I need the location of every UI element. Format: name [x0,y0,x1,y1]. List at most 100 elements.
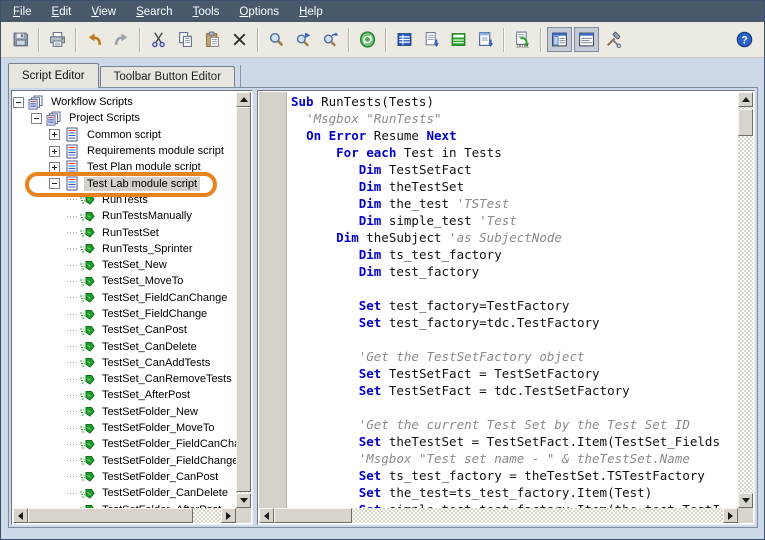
window-down-button[interactable] [473,27,498,52]
menu-options[interactable]: Options [229,3,289,21]
tree-item-label: RunTestSet [99,226,162,240]
tree-indent [49,241,67,257]
tree-horizontal-scrollbar[interactable] [13,508,236,523]
editor-horizontal-scrollbar[interactable] [259,508,738,523]
tree-item-testset-candelete[interactable]: TestSet_CanDelete [13,338,236,354]
find-next-button[interactable] [291,27,316,52]
document-down-button[interactable] [419,27,444,52]
script-tree: Workflow ScriptsProject Scripts Common sc… [13,92,236,508]
tree-item-testset-moveto[interactable]: TestSet_MoveTo [13,273,236,289]
tree-connector [67,346,79,347]
syntax-check-button[interactable]: 10101 [510,27,535,52]
tree-item-testsetfolder-candelete[interactable]: TestSetFolder_CanDelete [13,485,236,501]
tree-item-label: TestSetFolder_CanPost [99,470,221,484]
tree-item-common-script[interactable]: Common script [13,127,236,143]
tree-item-label: Test Plan module script [84,160,204,174]
editor-vertical-scroll-thumb[interactable] [738,109,753,136]
tree-indent [31,469,49,485]
menu-help[interactable]: Help [289,3,333,21]
redo-button[interactable] [109,27,134,52]
tree-expand-box[interactable] [49,162,60,173]
paste-button[interactable] [200,27,225,52]
code-line: Dim ts_test_factory [291,247,738,264]
editor-scroll-right-button[interactable] [723,508,738,523]
editor-scroll-down-button[interactable] [738,493,753,508]
tree-item-runtestset[interactable]: RunTestSet [13,224,236,240]
tree-item-testset-canpost[interactable]: TestSet_CanPost [13,322,236,338]
cut-button[interactable] [146,27,171,52]
tree-item-testset-afterpost[interactable]: TestSet_AfterPost [13,387,236,403]
tree-horizontal-scroll-thumb[interactable] [28,508,193,523]
grid-green-button[interactable] [446,27,471,52]
tree-item-testset-fieldcanchange[interactable]: TestSet_FieldCanChange [13,290,236,306]
tree-item-runtestsmanually[interactable]: RunTestsManually [13,208,236,224]
tree-collapse-box[interactable] [13,97,24,108]
tree-scroll-down-button[interactable] [236,493,251,508]
tree-item-test-lab-module-script[interactable]: Test Lab module script [13,175,236,191]
undo-button[interactable] [82,27,107,52]
field-list-button[interactable] [392,27,417,52]
tree-scroll-right-button[interactable] [221,508,236,523]
help-button[interactable]: ? [732,27,757,52]
save-button[interactable] [8,27,33,52]
find-button[interactable] [264,27,289,52]
menu-tools[interactable]: Tools [183,3,230,21]
tab-script-editor[interactable]: Script Editor [8,63,99,88]
tree-expand-box[interactable] [49,129,60,140]
tree-scroll-left-button[interactable] [13,508,28,523]
tree-item-requirements-module-script[interactable]: Requirements module script [13,143,236,159]
function-icon [79,209,95,224]
tree-item-runtests[interactable]: RunTests [13,192,236,208]
editor-vertical-scrollbar[interactable] [738,92,753,508]
tree-item-testsetfolder-moveto[interactable]: TestSetFolder_MoveTo [13,420,236,436]
tree-item-testsetfolder-fieldchange[interactable]: TestSetFolder_FieldChange [13,453,236,469]
tree-item-test-plan-module-script[interactable]: Test Plan module script [13,159,236,175]
editor-horizontal-scroll-thumb[interactable] [274,508,352,523]
tree-indent [13,469,31,485]
tree-connector [67,265,79,266]
function-icon [79,307,95,322]
tree-item-testset-new[interactable]: TestSet_New [13,257,236,273]
tree-item-testset-fieldchange[interactable]: TestSet_FieldChange [13,306,236,322]
delete-button[interactable] [227,27,252,52]
menu-view[interactable]: View [81,3,126,21]
window-down-icon [477,31,494,48]
tree-collapse-box[interactable] [49,178,60,189]
copy-button[interactable] [173,27,198,52]
tree-item-runtests-sprinter[interactable]: RunTests_Sprinter [13,241,236,257]
tree-item-testset-canaddtests[interactable]: TestSet_CanAddTests [13,355,236,371]
function-icon [79,404,95,419]
find-replace-button[interactable] [318,27,343,52]
tree-scroll-up-button[interactable] [236,92,251,107]
tree-indent [13,501,31,508]
tree-vertical-scroll-thumb[interactable] [236,107,251,492]
tree-item-testset-canremovetests[interactable]: TestSet_CanRemoveTests [13,371,236,387]
toggle-tree-panel-button[interactable] [547,27,572,52]
print-button[interactable] [45,27,70,52]
tab-toolbar-button-editor[interactable]: Toolbar Button Editor [100,66,235,87]
tree-indent [31,159,49,175]
tree-item-testsetfolder-canpost[interactable]: TestSetFolder_CanPost [13,469,236,485]
tree-vertical-scrollbar[interactable] [236,92,251,508]
code-editor[interactable]: Sub RunTests(Tests) 'Msgbox "RunTests" O… [288,92,738,508]
tree-item-label: RunTests_Sprinter [99,242,196,256]
customize-tools-button[interactable] [601,27,626,52]
tree-indent [49,192,67,208]
tree-expand-box[interactable] [49,146,60,157]
refresh-button[interactable] [355,27,380,52]
toggle-editor-panel-button[interactable] [574,27,599,52]
tree-item-testsetfolder-fieldcanchange[interactable]: TestSetFolder_FieldCanChange [13,436,236,452]
menu-edit[interactable]: Edit [42,3,82,21]
tree-item-project-scripts[interactable]: Project Scripts [13,110,236,126]
tree-item-testsetfolder-afterpost[interactable]: TestSetFolder_AfterPost [13,501,236,508]
tree-indent [31,371,49,387]
menu-file[interactable]: File [3,3,42,21]
tree-item-workflow-scripts[interactable]: Workflow Scripts [13,94,236,110]
menu-search[interactable]: Search [126,3,182,21]
tree-item-label: Common script [84,128,164,142]
editor-scroll-up-button[interactable] [738,92,753,107]
editor-scroll-left-button[interactable] [259,508,274,523]
tree-item-testsetfolder-new[interactable]: TestSetFolder_New [13,404,236,420]
tree-collapse-box[interactable] [31,113,42,124]
code-line: Set the_test=ts_test_factory.Item(Test) [291,485,738,502]
